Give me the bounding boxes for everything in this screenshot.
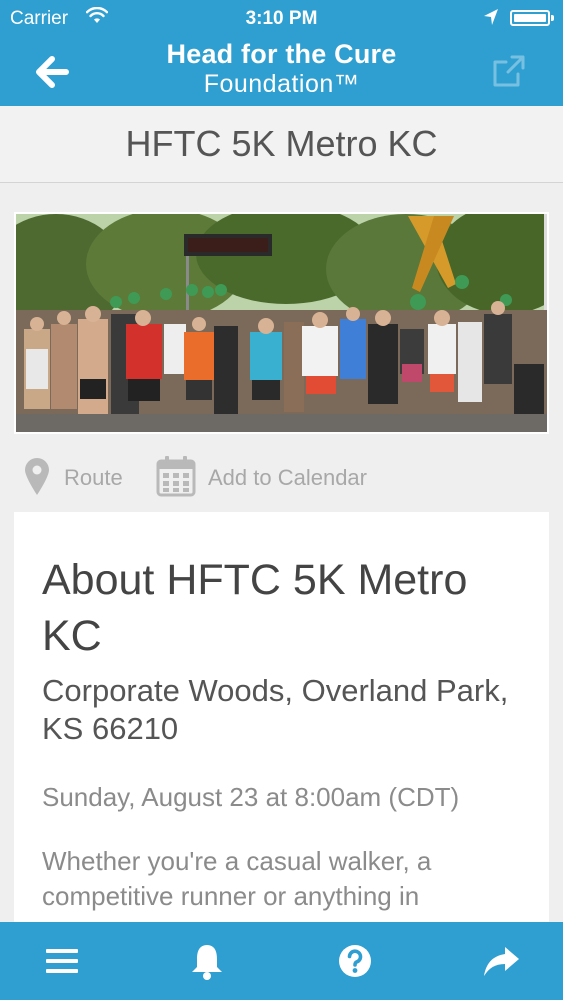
brand-logo: Head for the Cure Foundation™: [0, 38, 563, 99]
calendar-label: Add to Calendar: [208, 465, 367, 490]
map-pin-icon: [24, 457, 50, 502]
event-actions: Route Add to Calendar: [14, 452, 549, 506]
event-description: Whether you're a casual walker, a compet…: [42, 846, 432, 911]
event-photo: [14, 212, 549, 434]
share-button[interactable]: [461, 922, 541, 1000]
brand-line1: Head for the Cure: [166, 39, 397, 69]
clock: 3:10 PM: [245, 8, 318, 29]
about-heading: About HFTC 5K Metro KC: [42, 556, 468, 660]
route-button[interactable]: Route: [22, 452, 132, 506]
event-date: Sunday, August 23 at 8:00am (CDT): [42, 782, 460, 812]
external-share-button[interactable]: [490, 52, 530, 92]
menu-button[interactable]: [22, 922, 102, 1000]
external-share-icon: [490, 55, 528, 94]
event-address: Corporate Woods, Overland Park, KS 66210: [42, 673, 509, 746]
notifications-button[interactable]: [167, 922, 247, 1000]
bottom-tab-bar: [0, 922, 563, 1000]
about-card: About HFTC 5K Metro KC Corporate Woods, …: [14, 512, 549, 932]
status-bar: Carrier 3:10 PM: [0, 0, 563, 38]
brand-line2: Foundation™: [203, 70, 360, 98]
route-label: Route: [64, 465, 123, 490]
page-title: HFTC 5K Metro KC: [0, 106, 563, 183]
calendar-icon: [156, 455, 196, 502]
battery-icon: [510, 10, 550, 26]
location-arrow-icon: [483, 8, 499, 31]
battery-tip: [551, 15, 554, 21]
add-to-calendar-button[interactable]: Add to Calendar: [154, 452, 384, 506]
help-button[interactable]: [315, 922, 395, 1000]
navigation-bar: Head for the Cure Foundation™: [0, 38, 563, 106]
